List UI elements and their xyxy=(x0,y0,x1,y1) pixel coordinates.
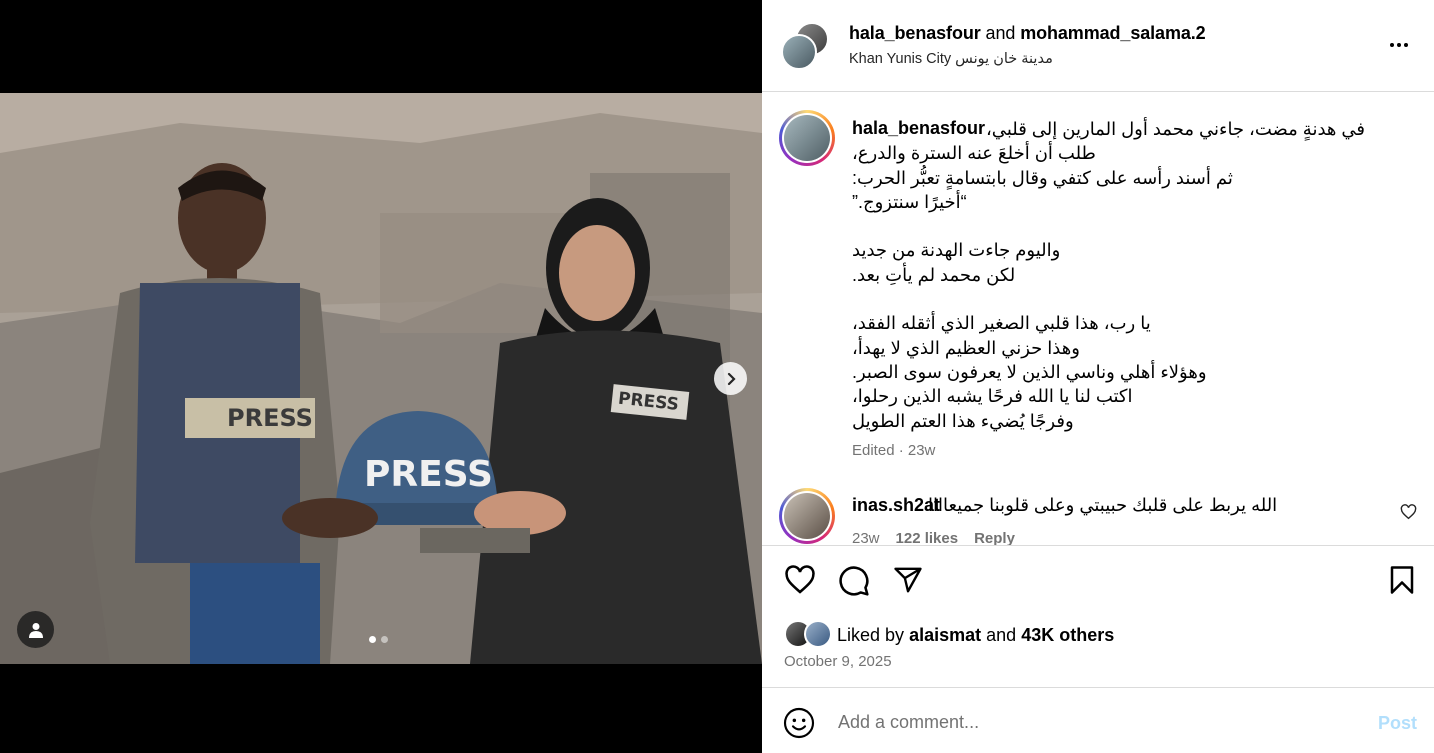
collab-avatars[interactable] xyxy=(781,22,829,70)
post-actions: Liked by alaismat and 43K others October… xyxy=(762,545,1434,688)
caption-line xyxy=(852,214,1392,238)
liked-by-others[interactable]: 43K others xyxy=(1021,625,1114,645)
more-dot-icon xyxy=(1397,43,1401,47)
carousel-dot-1 xyxy=(369,636,376,643)
header-username-2[interactable]: mohammad_salama.2 xyxy=(1020,23,1206,43)
post-side-panel: hala_benasfour and mohammad_salama.2 Kha… xyxy=(762,0,1434,753)
carousel-next-button[interactable] xyxy=(714,362,747,395)
add-comment-bar: Post xyxy=(762,689,1434,753)
collab-names: hala_benasfour and mohammad_salama.2 xyxy=(849,23,1206,44)
chevron-right-icon xyxy=(727,372,736,385)
comment-avatar[interactable] xyxy=(779,488,835,544)
comment-likes[interactable]: 122 likes xyxy=(896,530,959,545)
share-send-icon[interactable] xyxy=(892,565,924,595)
caption-line: ثم أسند رأسه على كتفي وقال بابتسامةٍ تعب… xyxy=(852,167,1233,188)
liker-avatar-2 xyxy=(804,620,832,648)
comment-like-heart-icon[interactable] xyxy=(1400,504,1417,520)
carousel-dot-2 xyxy=(381,636,388,643)
caption-line: وهذا حزني العظيم الذي لا يهدأ، xyxy=(852,337,1080,358)
caption-line: يا رب، هذا قلبي الصغير الذي أثقله الفقد، xyxy=(852,313,1151,334)
carousel-indicator xyxy=(369,636,388,643)
liked-by-user[interactable]: alaismat xyxy=(909,625,981,645)
liked-by-and: and xyxy=(986,625,1017,645)
caption-line: في هدنةٍ مضت، جاءني محمد أول المارين إلى… xyxy=(986,119,1366,139)
comments-section: hala_benasfour في هدنةٍ مضت، جاءني محمد … xyxy=(762,93,1434,545)
caption-line: وفرجًا يُضيء هذا العتم الطويل xyxy=(852,410,1074,431)
caption-username[interactable]: hala_benasfour xyxy=(852,118,985,139)
more-dot-icon xyxy=(1390,43,1394,47)
header-username-1[interactable]: hala_benasfour xyxy=(849,23,981,43)
post-comment-button[interactable]: Post xyxy=(1378,713,1417,734)
emoji-icon[interactable] xyxy=(783,707,815,739)
helmet-press-label: PRESS xyxy=(364,454,493,495)
comment-reply-button[interactable]: Reply xyxy=(974,530,1015,545)
caption-line: وهؤلاء أهلي وناسي الذين لا يعرفون سوى ال… xyxy=(852,361,1207,382)
photo-illustration: PRESS PRESS PRESS xyxy=(0,93,762,664)
caption-avatar[interactable] xyxy=(779,110,835,166)
tagged-users-button[interactable] xyxy=(17,611,54,648)
header-and: and xyxy=(985,23,1016,43)
media-viewer: PRESS PRESS PRESS xyxy=(0,0,762,753)
caption-line: طلب أن أخلعَ عنه السترة والدرع، xyxy=(852,143,1096,164)
post-date[interactable]: October 9, 2025 xyxy=(784,653,892,670)
post-header: hala_benasfour and mohammad_salama.2 Kha… xyxy=(762,0,1434,92)
caption-meta: Edited · 23w xyxy=(852,442,936,459)
post-photo[interactable]: PRESS PRESS PRESS xyxy=(0,93,762,664)
comment-meta: 23w 122 likes Reply xyxy=(852,530,1015,545)
caption-line xyxy=(852,287,1392,311)
comment-text: الله يربط على قلبك حبيبتي وعلى قلوبنا جم… xyxy=(928,495,1278,515)
more-dot-icon xyxy=(1404,43,1408,47)
comment-bubble-icon[interactable] xyxy=(838,565,870,597)
save-bookmark-icon[interactable] xyxy=(1389,565,1415,595)
avatar-user1[interactable] xyxy=(781,34,817,70)
liked-by-avatars[interactable] xyxy=(784,620,834,648)
caption-line: اكتب لنا يا الله فرحًا يشبه الذين رحلوا، xyxy=(852,386,1133,407)
post-location[interactable]: Khan Yunis City مدينة خان يونس xyxy=(849,51,1053,67)
caption-body: طلب أن أخلعَ عنه السترة والدرع، ثم أسند … xyxy=(852,141,1392,433)
comment-time: 23w xyxy=(852,530,880,545)
vest-press-label-1: PRESS xyxy=(227,404,313,432)
liked-by-prefix: Liked by xyxy=(837,625,905,645)
person-icon xyxy=(28,622,43,638)
comment-username[interactable]: inas.sh2at xyxy=(852,495,940,516)
more-options-button[interactable] xyxy=(1384,33,1414,57)
caption-line: واليوم جاءت الهدنة من جديد xyxy=(852,240,1061,261)
caption-text: في هدنةٍ مضت، جاءني محمد أول المارين إلى… xyxy=(986,117,1386,141)
caption-line: لكن محمد لم يأتِ بعد. xyxy=(852,264,1016,285)
like-heart-icon[interactable] xyxy=(784,565,816,595)
liked-by-text: Liked by alaismat and 43K others xyxy=(837,625,1114,646)
comment-input[interactable] xyxy=(838,710,1358,734)
caption-line: “أخيرًا سنتزوج.” xyxy=(852,191,967,212)
